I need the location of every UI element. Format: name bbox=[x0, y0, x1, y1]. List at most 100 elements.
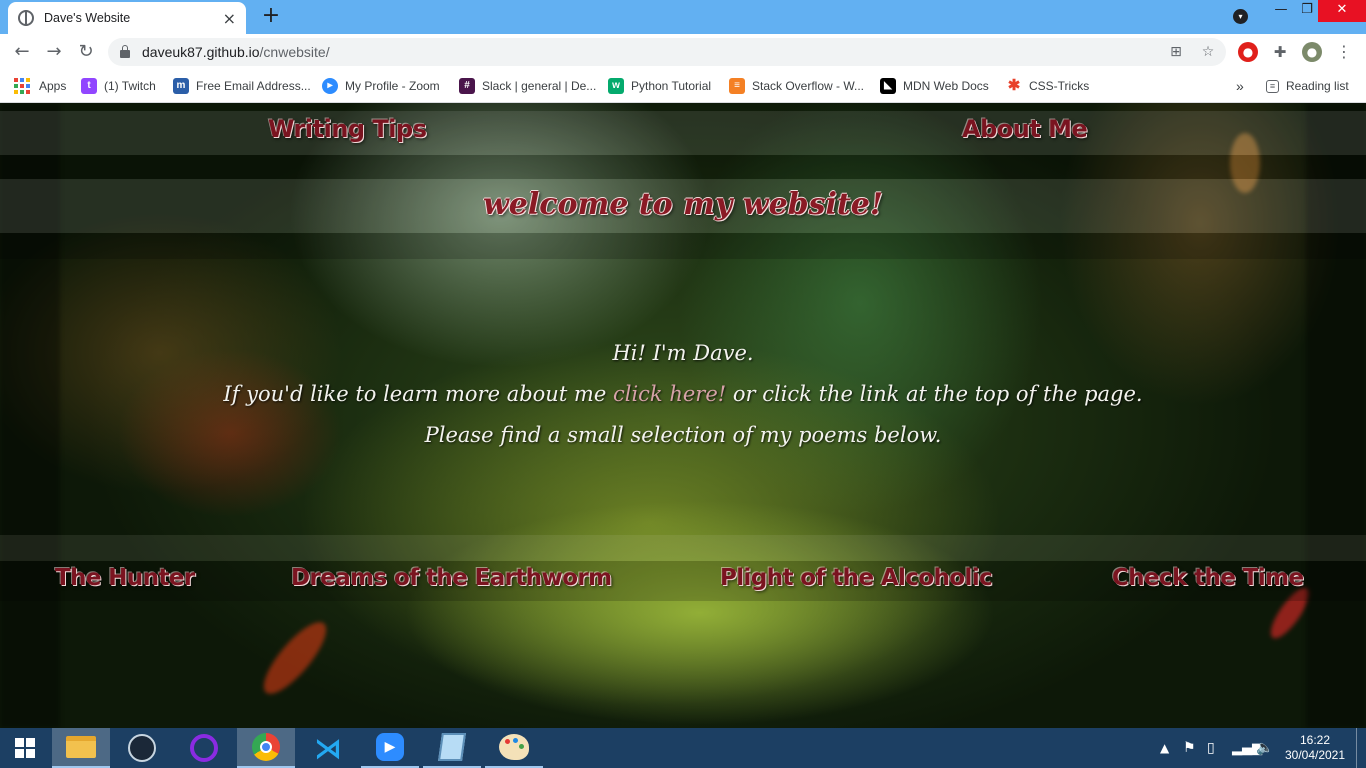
bookmark-stackoverflow[interactable]: ≡ Stack Overflow - W... bbox=[729, 76, 864, 96]
apps-grid-icon bbox=[14, 78, 30, 94]
lock-icon[interactable] bbox=[120, 45, 130, 58]
zoom-icon: ▸ bbox=[322, 78, 338, 94]
tab-close-button[interactable]: × bbox=[223, 9, 236, 28]
intro-greeting: Hi! I'm Dave. bbox=[612, 341, 754, 365]
intro-text: or click the link at the top of the page… bbox=[732, 382, 1143, 406]
bookmark-label: Free Email Address... bbox=[196, 79, 311, 93]
bookmarks-overflow-button[interactable]: » bbox=[1236, 76, 1244, 96]
install-app-icon[interactable]: ⊞ bbox=[1168, 44, 1184, 60]
extension-adblock-icon[interactable]: ● bbox=[1238, 42, 1258, 62]
poem-link-dreams-of-the-earthworm[interactable]: Dreams of the Earthworm bbox=[291, 565, 612, 591]
click-here-link[interactable]: click here! bbox=[613, 382, 726, 406]
windows-taskbar: ⋊ ▶ ▲ ⚑ ▯ ▂▄▆ 🔈 16:22 30/04/2021 bbox=[0, 728, 1366, 768]
windows-logo-icon bbox=[15, 738, 35, 758]
steam-icon bbox=[128, 734, 156, 762]
welcome-band-shadow bbox=[0, 233, 1366, 259]
reading-list-icon: ≡ bbox=[1266, 79, 1279, 93]
show-hidden-icons-button[interactable]: ▲ bbox=[1160, 728, 1169, 768]
slack-icon: # bbox=[459, 78, 475, 94]
address-bar[interactable]: daveuk87.github.io/cnwebsite/ ⊞ ☆ bbox=[108, 38, 1226, 66]
reload-icon[interactable]: ↻ bbox=[74, 40, 98, 64]
show-desktop-button[interactable] bbox=[1356, 728, 1366, 768]
mail-icon: m bbox=[173, 78, 189, 94]
poem-link-the-hunter[interactable]: The Hunter bbox=[55, 565, 195, 591]
website-page: Writing Tips About Me welcome to my webs… bbox=[0, 103, 1366, 728]
poem-link-plight-of-the-alcoholic[interactable]: Plight of the Alcoholic bbox=[720, 565, 993, 591]
taskbar-chrome[interactable] bbox=[237, 728, 295, 768]
bookmark-label: CSS-Tricks bbox=[1029, 79, 1090, 93]
action-flag-icon[interactable]: ⚑ bbox=[1183, 728, 1196, 768]
bookmark-star-icon[interactable]: ☆ bbox=[1200, 44, 1216, 60]
paint-palette-icon bbox=[499, 734, 529, 760]
intro-text: If you'd like to learn more about me bbox=[223, 382, 607, 406]
url-domain: daveuk87.github.io bbox=[142, 44, 260, 60]
notepad-icon bbox=[438, 733, 466, 761]
welcome-heading: welcome to my website! bbox=[482, 187, 884, 222]
stackoverflow-icon: ≡ bbox=[729, 78, 745, 94]
browser-toolbar: ← → ↻ daveuk87.github.io/cnwebsite/ ⊞ ☆ … bbox=[0, 34, 1366, 70]
vscode-icon: ⋊ bbox=[314, 731, 342, 765]
clock-date: 30/04/2021 bbox=[1284, 748, 1346, 762]
nav-writing-tips[interactable]: Writing Tips bbox=[268, 115, 427, 143]
red-light-streak bbox=[254, 613, 336, 703]
bookmark-label: My Profile - Zoom bbox=[345, 79, 440, 93]
nav-band-shadow bbox=[0, 155, 1366, 179]
clock-time: 16:22 bbox=[1299, 733, 1331, 747]
menu-kebab-icon[interactable]: ⋮ bbox=[1334, 42, 1354, 62]
bookmarks-bar: Apps t (1) Twitch m Free Email Address..… bbox=[0, 70, 1366, 103]
new-tab-button[interactable]: + bbox=[260, 4, 282, 28]
bookmark-slack[interactable]: # Slack | general | De... bbox=[459, 76, 596, 96]
bookmark-twitch[interactable]: t (1) Twitch bbox=[81, 76, 156, 96]
bookmark-zoom[interactable]: ▸ My Profile - Zoom bbox=[322, 76, 440, 96]
browser-tab[interactable]: Dave's Website × bbox=[8, 2, 246, 34]
nav-band bbox=[0, 111, 1366, 155]
taskbar-cortana[interactable] bbox=[175, 728, 233, 768]
tab-title: Dave's Website bbox=[44, 11, 131, 25]
mdn-icon: ◣ bbox=[880, 78, 896, 94]
back-icon[interactable]: ← bbox=[10, 40, 34, 64]
forward-icon[interactable]: → bbox=[42, 40, 66, 64]
close-window-button[interactable]: ✕ bbox=[1318, 0, 1366, 22]
bookmark-apps[interactable]: Apps bbox=[14, 76, 66, 96]
bookmark-label: Python Tutorial bbox=[631, 79, 712, 93]
bookmark-email[interactable]: m Free Email Address... bbox=[173, 76, 311, 96]
bookmark-python-tutorial[interactable]: w Python Tutorial bbox=[608, 76, 711, 96]
taskbar-steam[interactable] bbox=[113, 728, 171, 768]
taskbar-clock[interactable]: 16:22 30/04/2021 bbox=[1282, 733, 1348, 763]
intro-poems-line: Please find a small selection of my poem… bbox=[424, 423, 942, 447]
extensions-puzzle-icon[interactable]: ✚ bbox=[1270, 42, 1290, 62]
nav-about-me[interactable]: About Me bbox=[962, 115, 1088, 143]
bookmark-label: Slack | general | De... bbox=[482, 79, 597, 93]
taskbar-paint[interactable] bbox=[485, 728, 543, 768]
intro-about-line: If you'd like to learn more about me cli… bbox=[0, 382, 1366, 406]
cortana-icon bbox=[190, 734, 218, 762]
reading-list-label: Reading list bbox=[1286, 79, 1349, 93]
tab-strip: Dave's Website × + ▾ — ❐ ✕ bbox=[0, 0, 1366, 34]
bookmark-css-tricks[interactable]: ✱ CSS-Tricks bbox=[1006, 76, 1090, 96]
globe-icon bbox=[18, 10, 34, 26]
chrome-icon bbox=[252, 733, 280, 761]
poems-band-top bbox=[0, 535, 1366, 561]
w3schools-icon: w bbox=[608, 78, 624, 94]
folder-icon bbox=[66, 736, 96, 758]
twitch-icon: t bbox=[81, 78, 97, 94]
reading-list-button[interactable]: ≡ Reading list bbox=[1266, 76, 1349, 96]
start-button[interactable] bbox=[0, 728, 50, 768]
taskbar-zoom[interactable]: ▶ bbox=[361, 728, 419, 768]
bookmark-label: MDN Web Docs bbox=[903, 79, 989, 93]
bookmark-mdn[interactable]: ◣ MDN Web Docs bbox=[880, 76, 989, 96]
zoom-icon: ▶ bbox=[376, 733, 404, 761]
volume-icon[interactable]: 🔈 bbox=[1256, 728, 1273, 768]
bookmark-label: Apps bbox=[39, 79, 67, 93]
profile-avatar[interactable]: ● bbox=[1302, 42, 1322, 62]
battery-icon[interactable]: ▯ bbox=[1207, 728, 1215, 768]
taskbar-file-explorer[interactable] bbox=[52, 728, 110, 768]
bookmark-label: (1) Twitch bbox=[104, 79, 156, 93]
css-tricks-icon: ✱ bbox=[1007, 77, 1021, 94]
poem-link-check-the-time[interactable]: Check the Time bbox=[1112, 565, 1304, 591]
taskbar-vscode[interactable]: ⋊ bbox=[299, 728, 357, 768]
taskbar-notepad[interactable] bbox=[423, 728, 481, 768]
url-text: daveuk87.github.io/cnwebsite/ bbox=[142, 44, 330, 60]
url-path: /cnwebsite/ bbox=[259, 44, 330, 60]
tab-search-icon[interactable]: ▾ bbox=[1233, 9, 1248, 24]
